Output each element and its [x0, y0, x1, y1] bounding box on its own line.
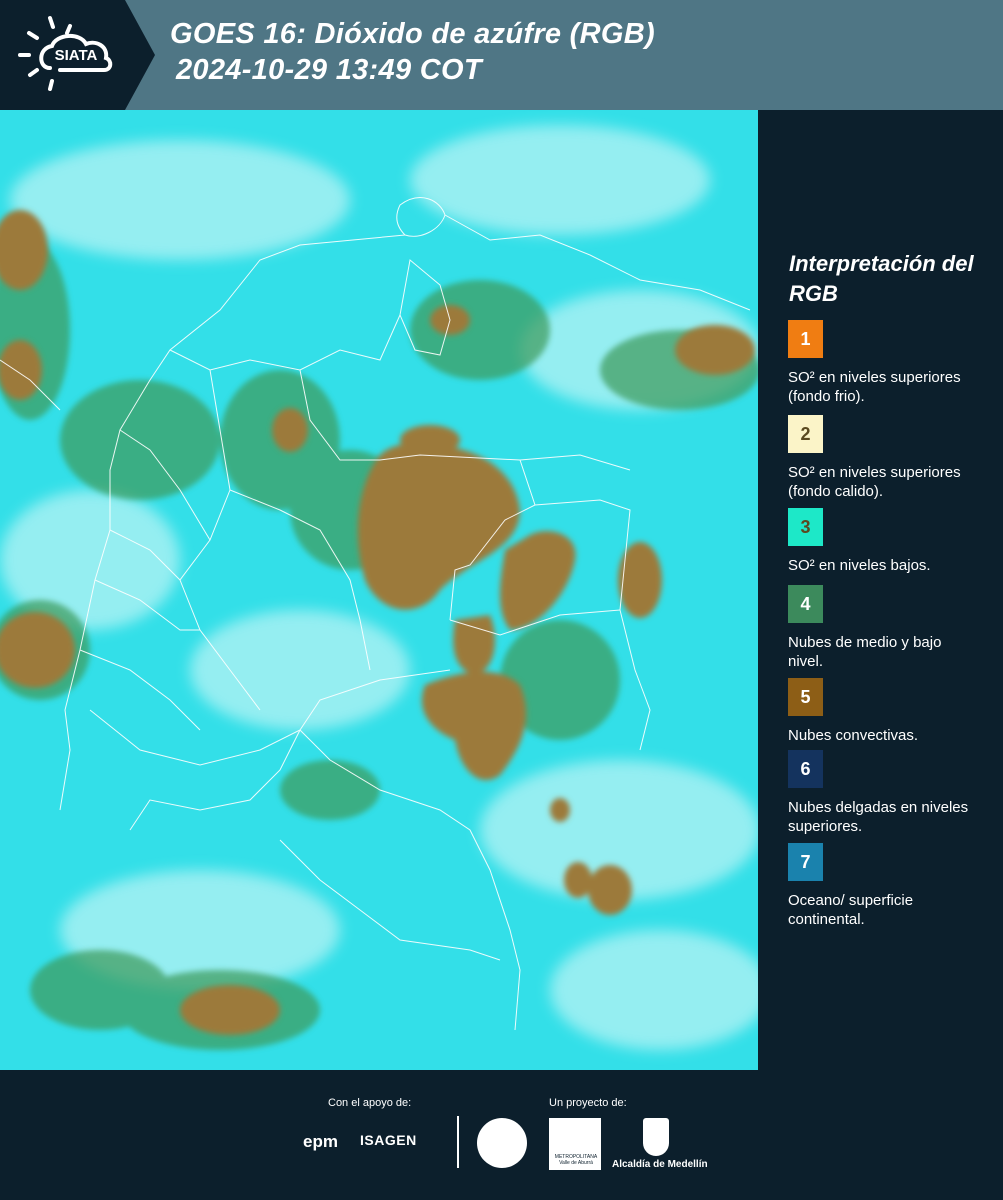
- legend-swatch: 4: [788, 585, 823, 623]
- legend-panel: Interpretación del RGB 1 SO² en niveles s…: [760, 110, 1003, 1070]
- legend-label: SO² en niveles bajos.: [788, 557, 931, 574]
- legend-item-5: 5 Nubes convectivas.: [788, 678, 988, 745]
- legend-label: SO² en niveles superiores (fondo calido)…: [788, 464, 961, 500]
- siata-logo[interactable]: SIATA: [0, 0, 155, 110]
- legend-swatch: 5: [788, 678, 823, 716]
- legend-swatch: 1: [788, 320, 823, 358]
- legend-label: Oceano/ superficie continental.: [788, 892, 914, 928]
- legend-swatch: 3: [788, 508, 823, 546]
- area-metropolitana-text: METROPOLITANA Valle de Aburrá: [554, 1154, 598, 1166]
- page-title: GOES 16: Dióxido de azúfre (RGB) 2024-10…: [170, 16, 655, 88]
- satellite-map[interactable]: [0, 110, 758, 1070]
- legend-title: Interpretación del RGB: [789, 251, 974, 306]
- header-bar: SIATA GOES 16: Dióxido de azúfre (RGB) 2…: [0, 0, 1003, 110]
- isagen-logo[interactable]: ISAGEN: [360, 1132, 417, 1148]
- legend-swatch: 6: [788, 750, 823, 788]
- legend-label: Nubes convectivas.: [788, 727, 919, 744]
- legend-label: Nubes delgadas en niveles superiores.: [788, 799, 969, 835]
- legend-swatch: 7: [788, 843, 823, 881]
- support-label: Con el apoyo de:: [328, 1097, 412, 1109]
- legend-label: Nubes de medio y bajo nivel.: [788, 634, 942, 670]
- alcaldia-logo-text: Alcaldía de Medellín: [612, 1159, 708, 1170]
- project-label: Un proyecto de:: [549, 1097, 627, 1109]
- footer-bar: Con el apoyo de: Un proyecto de: epm ISA…: [0, 1070, 1003, 1200]
- alcaldia-shield-icon[interactable]: [643, 1118, 669, 1156]
- legend-item-6: 6 Nubes delgadas en niveles superiores.: [788, 750, 988, 836]
- medellin-seal-icon[interactable]: [477, 1118, 527, 1168]
- legend-item-4: 4 Nubes de medio y bajo nivel.: [788, 585, 988, 671]
- epm-logo[interactable]: epm: [303, 1132, 338, 1152]
- legend-item-3: 3 SO² en niveles bajos.: [788, 508, 988, 575]
- legend-item-1: 1 SO² en niveles superiores (fondo frio).: [788, 320, 988, 406]
- title-line1: GOES 16: Dióxido de azúfre (RGB): [170, 18, 655, 50]
- legend-item-7: 7 Oceano/ superficie continental.: [788, 843, 988, 929]
- satellite-rgb-image: [0, 110, 758, 1070]
- legend-swatch: 2: [788, 415, 823, 453]
- legend-item-2: 2 SO² en niveles superiores (fondo calido…: [788, 415, 988, 501]
- legend-label: SO² en niveles superiores (fondo frio).: [788, 369, 961, 405]
- footer-divider: [457, 1116, 459, 1168]
- title-line2: 2024-10-29 13:49 COT: [176, 54, 482, 86]
- siata-logo-text: SIATA: [55, 47, 98, 64]
